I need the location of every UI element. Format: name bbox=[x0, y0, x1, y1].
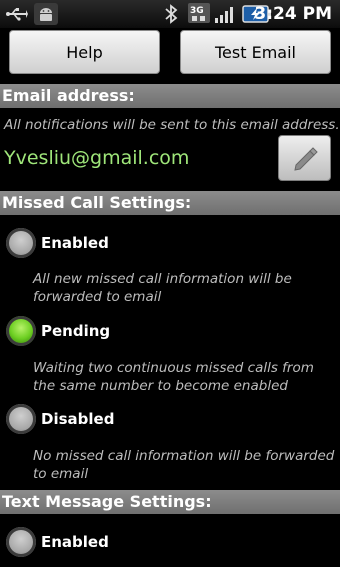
usb-icon bbox=[6, 8, 28, 21]
missed-call-pending-label[interactable]: Pending bbox=[41, 322, 110, 340]
missed-call-enabled-label[interactable]: Enabled bbox=[41, 234, 109, 252]
email-description: All notifications will be sent to this e… bbox=[4, 117, 340, 133]
svg-text:3G: 3G bbox=[190, 6, 204, 16]
missed-call-section-header: Missed Call Settings: bbox=[0, 191, 340, 215]
email-section-header: Email address: bbox=[0, 84, 340, 108]
missed-call-enabled-radio[interactable] bbox=[6, 228, 36, 258]
test-email-button[interactable]: Test Email bbox=[180, 30, 331, 74]
help-button[interactable]: Help bbox=[9, 30, 160, 74]
pencil-icon bbox=[294, 147, 318, 171]
text-message-section-header: Text Message Settings: bbox=[0, 490, 340, 514]
missed-call-disabled-description: No missed call information will be forwa… bbox=[33, 448, 335, 482]
missed-call-pending-radio[interactable] bbox=[6, 316, 36, 346]
clock: 3:24 PM bbox=[254, 4, 332, 24]
signal-icon bbox=[215, 7, 233, 23]
email-address: Yvesliu@gmail.com bbox=[4, 147, 190, 169]
text-message-enabled-radio[interactable] bbox=[6, 527, 36, 557]
missed-call-disabled-radio[interactable] bbox=[6, 404, 36, 434]
text-message-enabled-label[interactable]: Enabled bbox=[41, 533, 109, 551]
bluetooth-icon bbox=[165, 4, 178, 24]
edit-email-button[interactable] bbox=[278, 135, 331, 181]
status-bar: 3G 3:24 PM bbox=[0, 0, 340, 28]
missed-call-pending-description: Waiting two continuous missed calls from… bbox=[33, 360, 314, 394]
missed-call-enabled-description: All new missed call information will be … bbox=[33, 271, 292, 305]
android-debug-icon bbox=[34, 3, 58, 25]
missed-call-disabled-label[interactable]: Disabled bbox=[41, 410, 114, 428]
3g-icon: 3G bbox=[188, 3, 210, 23]
